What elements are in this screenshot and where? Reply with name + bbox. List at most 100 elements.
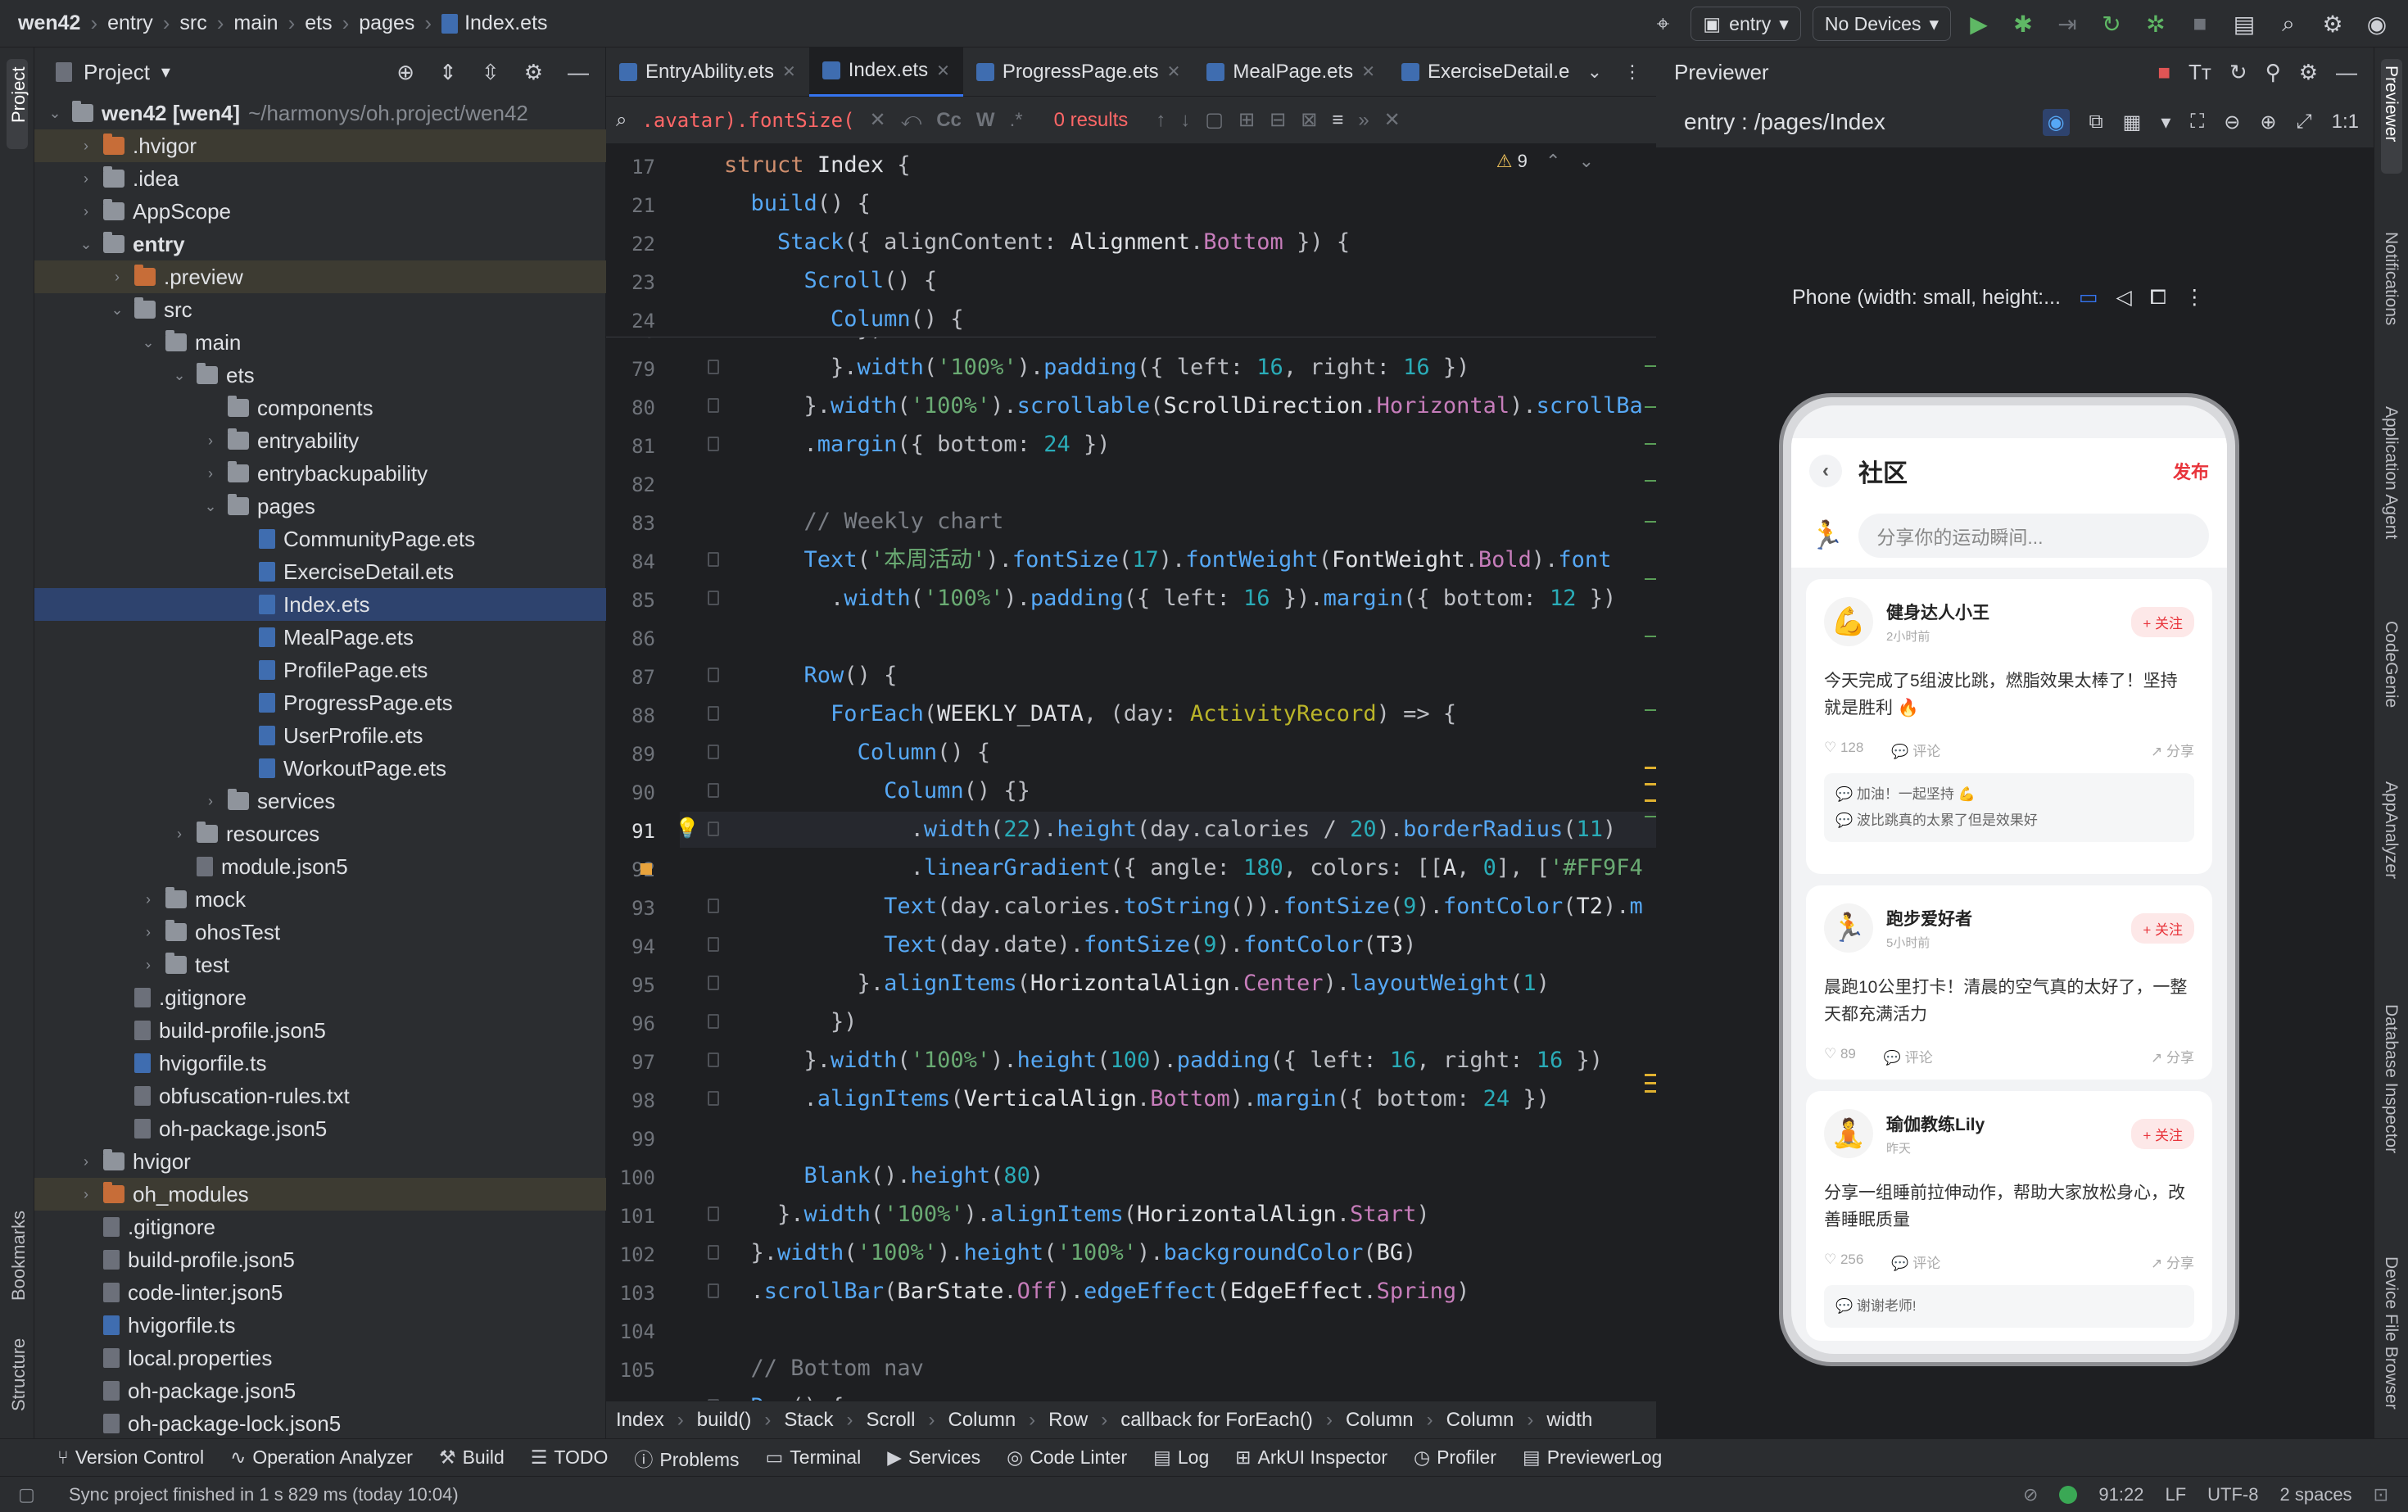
- breadcrumb-item[interactable]: build(): [697, 1409, 752, 1432]
- tool-window-button[interactable]: ◎ Code Linter: [1007, 1446, 1127, 1469]
- tree-item[interactable]: ⌄ entry: [34, 228, 606, 260]
- rotate-icon[interactable]: ◁: [2116, 285, 2132, 310]
- stop-preview-icon[interactable]: ■: [2157, 60, 2170, 85]
- code-line[interactable]: Text(day.date).fontSize(9).fontColor(T3): [724, 927, 1416, 963]
- structure-tool-button[interactable]: Structure: [8, 1338, 29, 1411]
- inspect-toggle-icon[interactable]: ◉: [2042, 108, 2070, 136]
- multi-device-icon[interactable]: ▦: [2123, 111, 2142, 134]
- tree-item[interactable]: Index.ets: [34, 588, 606, 621]
- breadcrumb-item[interactable]: ets: [305, 11, 332, 35]
- expanded-chevron-icon[interactable]: ⌄: [77, 236, 95, 253]
- tree-item[interactable]: WorkoutPage.ets: [34, 752, 606, 785]
- zoom-in-icon[interactable]: ⊕: [2260, 111, 2276, 134]
- tree-item[interactable]: ProfilePage.ets: [34, 654, 606, 686]
- readonly-lock-icon[interactable]: ⊡: [2374, 1484, 2388, 1505]
- tree-item[interactable]: local.properties: [34, 1342, 606, 1374]
- tree-item[interactable]: ProgressPage.ets: [34, 686, 606, 719]
- user-name[interactable]: 跑步爱好者: [1886, 906, 1972, 930]
- publish-button[interactable]: 发布: [2173, 458, 2209, 484]
- tree-item[interactable]: › oh_modules: [34, 1178, 606, 1211]
- device-frame-icon[interactable]: ▭: [2079, 285, 2098, 310]
- collapsed-chevron-icon[interactable]: ›: [139, 924, 157, 941]
- tree-item[interactable]: › .hvigor: [34, 129, 606, 162]
- collapsed-chevron-icon[interactable]: ›: [139, 891, 157, 908]
- prev-occurrence-icon[interactable]: ↑: [1156, 109, 1166, 132]
- project-panel-title[interactable]: Project: [84, 60, 150, 85]
- code-line[interactable]: Blank().height(80): [724, 1158, 1044, 1194]
- like-button[interactable]: ♡ 128: [1824, 740, 1863, 760]
- share-button[interactable]: ↗ 分享: [2151, 1046, 2194, 1066]
- code-line[interactable]: Column() {: [724, 735, 991, 771]
- code-line[interactable]: }.width('100%').scrollable(ScrollDirecti…: [724, 388, 1643, 424]
- notifications-tool-button[interactable]: Notifications: [2381, 232, 2401, 325]
- fold-marker-icon[interactable]: [708, 398, 719, 413]
- collapsed-chevron-icon[interactable]: ›: [77, 170, 95, 188]
- tree-item[interactable]: ⌄ pages: [34, 490, 606, 523]
- expanded-chevron-icon[interactable]: ⌄: [201, 498, 220, 515]
- fold-marker-icon[interactable]: [708, 437, 719, 451]
- tree-item[interactable]: oh-package-lock.json5: [34, 1407, 606, 1440]
- history-icon[interactable]: ⤺: [901, 109, 922, 132]
- comment-button[interactable]: 💬 评论: [1891, 740, 1940, 760]
- close-icon[interactable]: ✕: [1167, 61, 1181, 82]
- tool-window-button[interactable]: ▤ PreviewerLog: [1523, 1446, 1662, 1469]
- add-selection-icon[interactable]: ⊞: [1238, 108, 1255, 132]
- code-line[interactable]: // Weekly chart: [724, 504, 1004, 540]
- settings-gear-icon[interactable]: ⚙: [2316, 7, 2349, 40]
- cursor-position[interactable]: 91:22: [2098, 1484, 2143, 1505]
- inspector-icon[interactable]: ⚲: [2265, 60, 2281, 85]
- fold-marker-icon[interactable]: [708, 745, 719, 759]
- tree-item[interactable]: build-profile.json5: [34, 1014, 606, 1047]
- find-input[interactable]: .avatar).fontSize(24).width: [641, 109, 854, 132]
- tree-item[interactable]: › resources: [34, 817, 606, 850]
- collapse-all-icon[interactable]: ⇳: [482, 60, 500, 85]
- breadcrumb-item[interactable]: pages: [359, 11, 414, 35]
- search-icon[interactable]: ⌕: [2272, 7, 2305, 40]
- fold-marker-icon[interactable]: [708, 552, 719, 567]
- back-arrow-icon[interactable]: ‹: [1809, 455, 1842, 487]
- tree-item[interactable]: ⌄ src: [34, 293, 606, 326]
- editor-tab[interactable]: ProgressPage.ets ✕: [963, 48, 1194, 97]
- code-line[interactable]: }.alignItems(HorizontalAlign.Center).lay…: [724, 966, 1550, 1002]
- code-line[interactable]: }.width('100%').height(100).padding({ le…: [724, 1043, 1603, 1079]
- indent-setting[interactable]: 2 spaces: [2280, 1484, 2352, 1505]
- tool-window-button[interactable]: ⓘ Problems: [634, 1444, 739, 1472]
- fold-marker-icon[interactable]: [708, 1283, 719, 1298]
- device-dropdown[interactable]: No Devices ▾: [1812, 7, 1951, 41]
- breadcrumb-item[interactable]: wen42: [18, 11, 80, 35]
- breadcrumb-item[interactable]: callback for ForEach(): [1120, 1409, 1313, 1432]
- tree-item[interactable]: › hvigor: [34, 1145, 606, 1178]
- collapsed-chevron-icon[interactable]: ›: [139, 957, 157, 974]
- breadcrumb-item[interactable]: Stack: [784, 1409, 833, 1432]
- collapsed-chevron-icon[interactable]: ›: [201, 432, 220, 450]
- tree-item[interactable]: ExerciseDetail.ets: [34, 555, 606, 588]
- zoom-out-icon[interactable]: ⊖: [2224, 111, 2240, 134]
- debug-icon[interactable]: ✱: [2007, 7, 2039, 40]
- tool-window-button[interactable]: ☰ TODO: [531, 1446, 609, 1469]
- tool-window-button[interactable]: ⑂ Version Control: [57, 1446, 204, 1469]
- match-case-toggle[interactable]: Cc: [936, 109, 962, 132]
- editor-tab[interactable]: Index.ets ✕: [808, 47, 963, 97]
- collapsed-chevron-icon[interactable]: ›: [201, 465, 220, 482]
- collapsed-chevron-icon[interactable]: ›: [77, 1153, 95, 1170]
- fold-marker-icon[interactable]: [708, 1053, 719, 1067]
- remove-selection-icon[interactable]: ⊟: [1270, 108, 1286, 132]
- close-icon[interactable]: ✕: [782, 61, 796, 82]
- locate-file-icon[interactable]: ⊕: [396, 60, 414, 85]
- tree-item[interactable]: › services: [34, 785, 606, 817]
- code-line[interactable]: }.width('100%').padding({ left: 16, righ…: [724, 350, 1469, 386]
- breadcrumb-item[interactable]: Row: [1048, 1409, 1088, 1432]
- close-icon[interactable]: ✕: [936, 61, 950, 81]
- tree-item[interactable]: › .idea: [34, 162, 606, 195]
- collapsed-chevron-icon[interactable]: ›: [108, 269, 126, 286]
- more-options-icon[interactable]: ⋮: [2184, 285, 2205, 310]
- tree-item[interactable]: › .preview: [34, 260, 606, 293]
- code-line[interactable]: Text(day.calories.toString()).fontSize(9…: [724, 889, 1643, 925]
- project-tool-button[interactable]: Project: [8, 67, 29, 123]
- tree-item[interactable]: ⌄ ets: [34, 359, 606, 392]
- refresh-icon[interactable]: ↻: [2229, 60, 2247, 85]
- regex-toggle[interactable]: .*: [1010, 109, 1023, 132]
- tree-item[interactable]: .gitignore: [34, 981, 606, 1014]
- tree-item[interactable]: UserProfile.ets: [34, 719, 606, 752]
- collapsed-chevron-icon[interactable]: ›: [77, 138, 95, 155]
